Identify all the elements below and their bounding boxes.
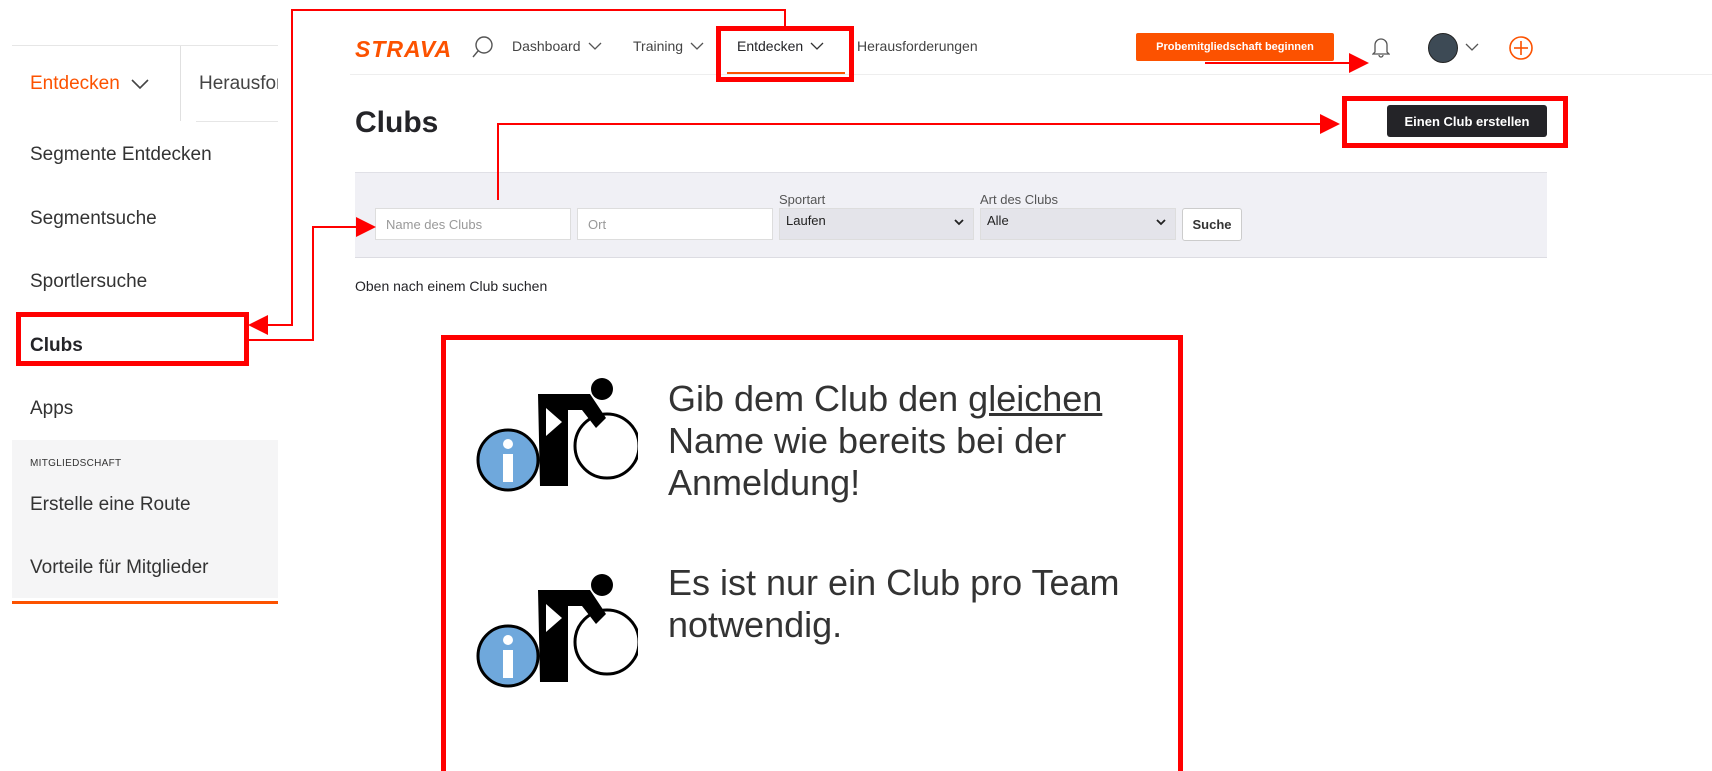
info-line1-pre: Gib dem Club den <box>668 378 969 419</box>
info-note-line1: Es ist nur ein Club pro Team <box>668 562 1120 603</box>
cyclist-info-icon <box>476 574 638 688</box>
info-callout: Gib dem Club den gleichen Name wie berei… <box>441 335 1183 771</box>
highlight-clubs-item <box>16 312 249 366</box>
highlight-create-club <box>1342 96 1568 148</box>
info-line1-underlined: gleichen <box>968 378 1103 419</box>
info-line2: Name wie bereits bei der <box>668 420 1067 461</box>
info-text-team: Es ist nur ein Club pro Team notwendig. <box>668 562 1120 646</box>
highlight-entdecken <box>716 26 854 82</box>
info-text-name: Gib dem Club den gleichen Name wie berei… <box>668 378 1102 504</box>
cyclist-info-icon <box>476 378 638 492</box>
info-note-line2: notwendig. <box>668 604 843 645</box>
info-line3: Anmeldung! <box>668 462 861 503</box>
